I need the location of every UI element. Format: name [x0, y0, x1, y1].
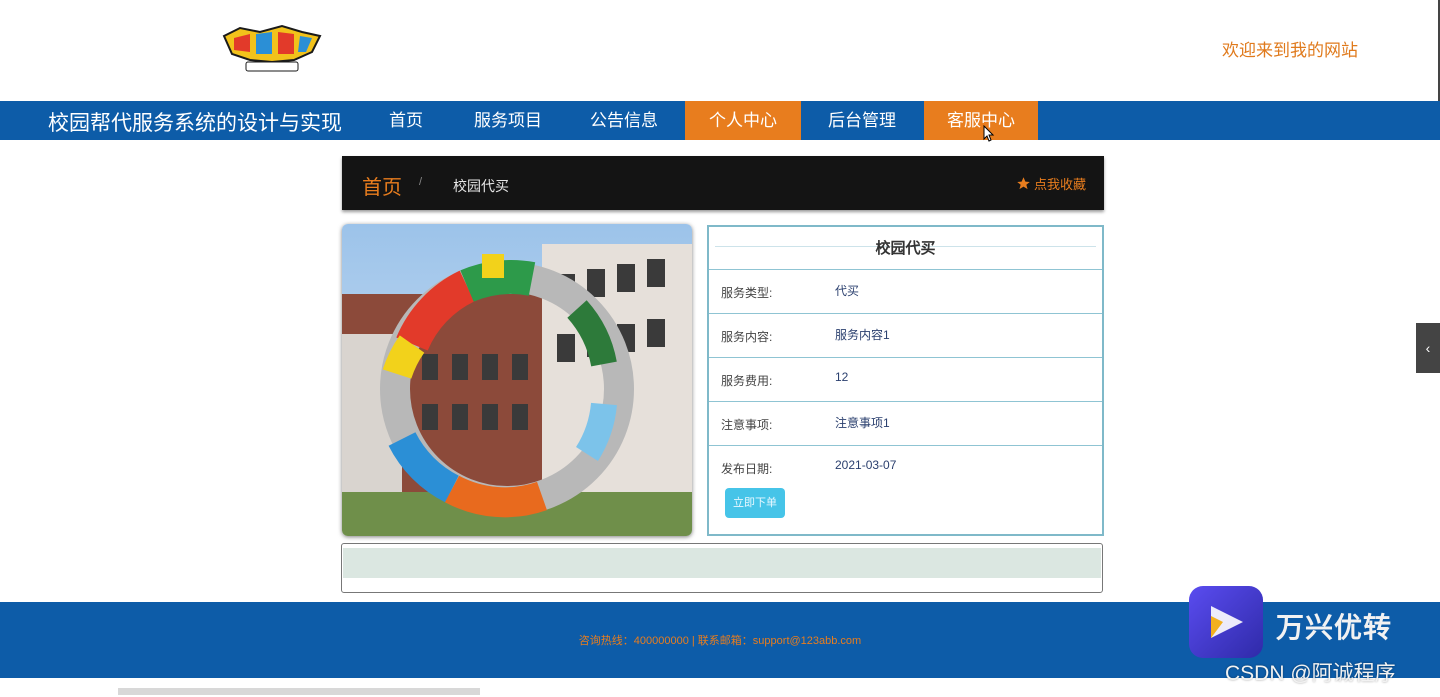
detail-label: 注意事项:: [721, 418, 773, 432]
favorite-button[interactable]: 点我收藏: [1016, 174, 1086, 193]
mouse-cursor-icon: [983, 124, 995, 148]
site-header: 欢迎来到我的网站: [0, 0, 1440, 101]
breadcrumb-current: 校园代买: [453, 178, 509, 194]
nav-item-customer-service[interactable]: 客服中心: [924, 101, 1038, 140]
nav-item-announcements[interactable]: 公告信息: [578, 101, 670, 140]
browser-status-bar: [0, 678, 1440, 697]
nav-item-home[interactable]: 首页: [368, 101, 444, 140]
detail-value: 服务内容1: [835, 328, 890, 342]
detail-row-content: 服务内容: 服务内容1: [709, 313, 1102, 357]
detail-description-box: [341, 543, 1103, 593]
watermark-app-icon: [1189, 586, 1263, 658]
star-icon: [1017, 177, 1030, 190]
service-detail-panel: 校园代买 服务类型: 代买 服务内容: 服务内容1 服务费用: 12 注意事项:…: [707, 225, 1104, 536]
watermark-app-name: 万兴优转: [1276, 612, 1393, 643]
order-now-button[interactable]: 立即下单: [725, 488, 785, 518]
detail-row-notes: 注意事项: 注意事项1: [709, 401, 1102, 445]
description-content: [343, 548, 1101, 578]
favorite-label: 点我收藏: [1033, 177, 1086, 192]
nav-item-services[interactable]: 服务项目: [462, 101, 554, 140]
detail-label: 服务费用:: [721, 374, 773, 388]
detail-label: 发布日期:: [721, 462, 773, 476]
main-nav: 校园帮代服务系统的设计与实现 首页 服务项目 公告信息 个人中心 后台管理 客服…: [0, 101, 1440, 140]
service-image: [342, 224, 692, 536]
breadcrumb-separator: /: [419, 176, 423, 188]
nav-item-admin[interactable]: 后台管理: [812, 101, 912, 140]
detail-row-date: 发布日期: 2021-03-07: [709, 445, 1102, 489]
detail-label: 服务类型:: [721, 286, 773, 300]
service-title: 校园代买: [875, 240, 936, 257]
watermark-credit: CSDN @阿诚程序: [1225, 662, 1396, 685]
detail-value: 12: [835, 370, 849, 384]
site-title: 校园帮代服务系统的设计与实现: [48, 112, 342, 135]
detail-value: 注意事项1: [835, 416, 890, 430]
nav-item-personal-center[interactable]: 个人中心: [685, 101, 801, 140]
detail-row-type: 服务类型: 代买: [709, 269, 1102, 313]
horizontal-scrollbar[interactable]: [118, 688, 480, 695]
chevron-left-icon: ‹: [1425, 340, 1431, 356]
detail-row-fee: 服务费用: 12: [709, 357, 1102, 401]
breadcrumb: 首页 / 校园代买 点我收藏: [342, 156, 1104, 210]
detail-value: 代买: [835, 284, 860, 298]
welcome-text: 欢迎来到我的网站: [1222, 41, 1358, 60]
detail-label: 服务内容:: [721, 330, 773, 344]
site-logo[interactable]: [220, 22, 324, 74]
breadcrumb-home-link[interactable]: 首页: [362, 171, 402, 200]
side-collapse-tab[interactable]: ‹: [1416, 323, 1440, 373]
detail-value: 2021-03-07: [835, 458, 897, 472]
